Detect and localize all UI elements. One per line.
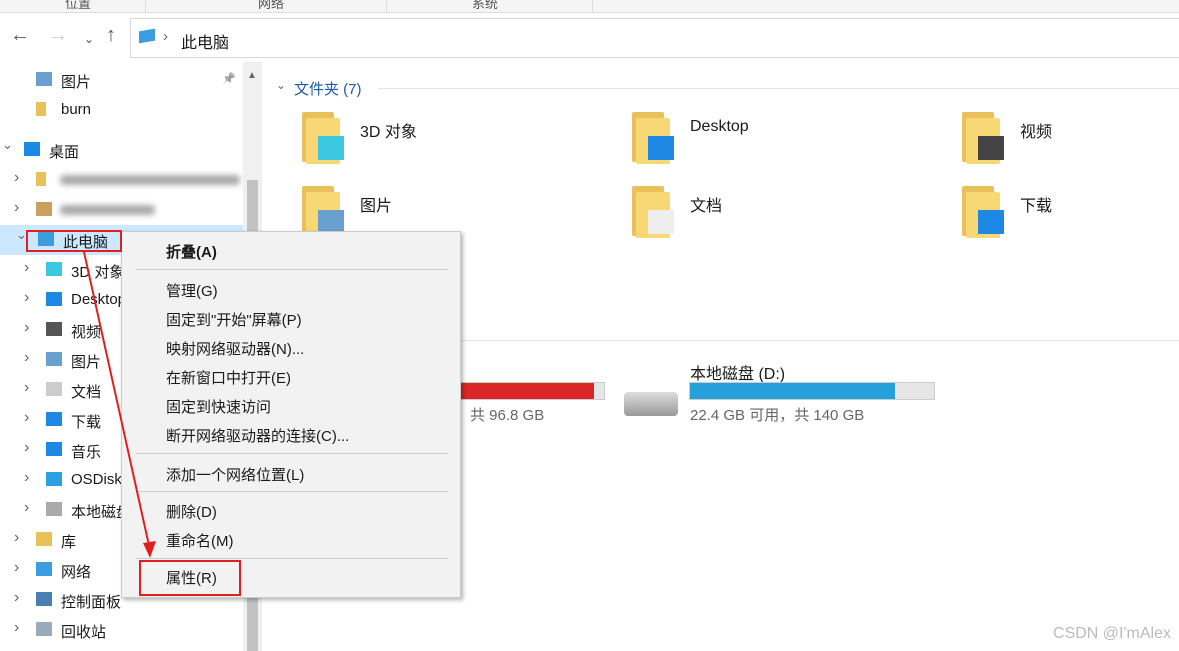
annotation-arrow: [83, 251, 156, 558]
watermark: CSDN @I'mAlex: [1053, 625, 1171, 642]
